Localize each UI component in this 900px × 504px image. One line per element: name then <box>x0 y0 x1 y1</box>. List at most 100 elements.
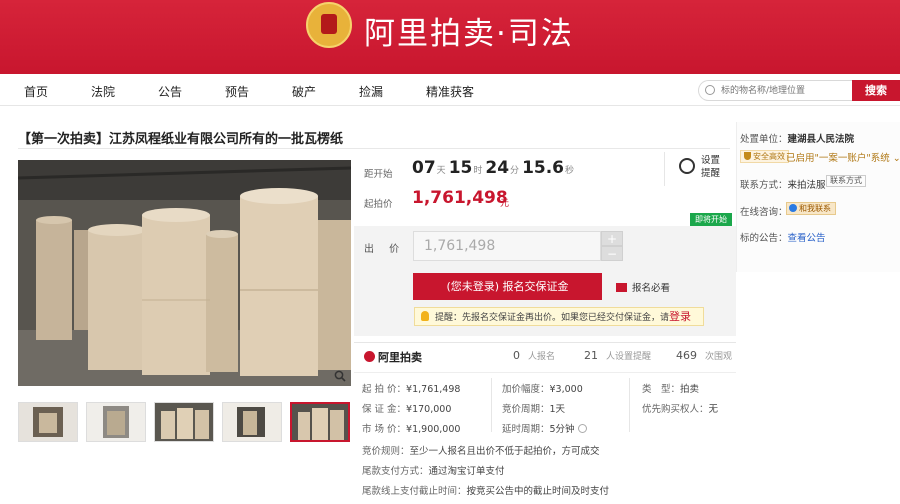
contact-value: 来拍法服 <box>787 180 826 191</box>
increase-bid-button[interactable]: + <box>601 231 623 246</box>
detail-value: ¥1,761,498 <box>406 384 461 395</box>
countdown-minutes: 24 <box>485 158 510 178</box>
court-name[interactable]: 建湖县人民法院 <box>788 134 855 145</box>
nav-item-bargains[interactable]: 捡漏 <box>359 83 383 100</box>
signup-count: 0 人报名 <box>513 349 555 362</box>
court-emblem-icon <box>306 2 352 48</box>
nav-item-announcements[interactable]: 公告 <box>158 83 182 100</box>
detail-key: 起 拍 价： <box>362 384 407 395</box>
item-title: 【第一次拍卖】江苏凤程纸业有限公司所有的一批瓦楞纸 <box>18 132 344 147</box>
nav-item-courts[interactable]: 法院 <box>91 83 115 100</box>
signup-count-label: 人报名 <box>528 352 556 362</box>
detail-value: ¥1,900,000 <box>406 424 461 435</box>
nav-item-precision[interactable]: 精准获客 <box>426 83 474 100</box>
search-box <box>698 80 852 101</box>
thumbnail-image <box>87 403 145 441</box>
thumbnail-image <box>155 403 213 441</box>
period-detail: 竞价周期：1天 <box>502 401 565 415</box>
thumbnail-4[interactable] <box>222 402 282 442</box>
thumbnail-1[interactable] <box>18 402 78 442</box>
reminder-count-value: 21 <box>584 349 598 362</box>
minutes-unit: 分 <box>510 166 520 176</box>
detail-key: 尾款支付方式： <box>362 466 429 477</box>
detail-key: 竞价规则： <box>362 446 410 457</box>
bid-amount-input[interactable] <box>413 231 601 261</box>
seconds-unit: 秒 <box>565 166 575 176</box>
countdown-label: 距开始 <box>364 169 393 180</box>
nav-item-bankruptcy[interactable]: 破产 <box>292 83 316 100</box>
price-unit: 元 <box>500 199 510 209</box>
consult-label: 在线咨询： <box>740 207 788 218</box>
help-icon[interactable] <box>577 424 587 433</box>
view-count: 469 次围观 <box>676 349 732 362</box>
title-divider <box>18 148 730 149</box>
chevron-down-icon: ⌄ <box>892 153 900 164</box>
bid-rule-detail: 竞价规则：至少一人报名且出价不低于起拍价，方可成交 <box>362 443 600 457</box>
search-button[interactable]: 搜索 <box>852 80 900 101</box>
nav-item-home[interactable]: 首页 <box>24 83 48 100</box>
signup-count-value: 0 <box>513 349 520 362</box>
search-input[interactable] <box>721 83 847 99</box>
detail-key: 保 证 金： <box>362 404 407 415</box>
countdown-timer: 07天 15时 24分 15.6秒 <box>412 158 577 178</box>
status-badge: 即将开始 <box>690 213 732 226</box>
type-detail: 类 型：拍卖 <box>642 381 699 395</box>
detail-value: 通过淘宝订单支付 <box>428 466 505 477</box>
contact-info-button[interactable]: 联系方式 <box>826 175 866 187</box>
ali-auction-logo-text: 阿里拍卖 <box>378 351 422 364</box>
thumbnail-5-selected[interactable] <box>290 402 350 442</box>
book-icon <box>616 283 627 292</box>
detail-key: 市 场 价： <box>362 424 407 435</box>
contact-me-label: 和我联系 <box>799 204 831 213</box>
account-system-link[interactable]: 已启用"一案一账户"系统 ⌄ <box>786 150 900 164</box>
detail-key: 竞价周期： <box>502 404 550 415</box>
set-reminder-button[interactable]: 设置提醒 <box>664 152 734 186</box>
shield-icon <box>744 152 751 160</box>
detail-key: 优先购买权人： <box>642 404 709 415</box>
detail-value: 至少一人报名且出价不低于起拍价，方可成交 <box>409 446 600 457</box>
contact-me-button[interactable]: 和我联系 <box>786 202 836 215</box>
divider <box>629 378 630 432</box>
detail-key: 加价幅度： <box>502 384 550 395</box>
thumbnail-2[interactable] <box>86 402 146 442</box>
start-price-label: 起拍价 <box>364 199 393 210</box>
paper-rolls-photo <box>18 160 351 386</box>
search-icon <box>705 85 715 95</box>
contact-label: 联系方式： <box>740 180 788 191</box>
detail-value: 5分钟 <box>549 424 575 435</box>
court-label: 处置单位： <box>740 134 788 145</box>
detail-value: 无 <box>708 404 719 415</box>
notice-row: 标的公告：查看公告 <box>740 230 826 244</box>
payment-method-detail: 尾款支付方式：通过淘宝订单支付 <box>362 463 505 477</box>
login-link[interactable]: 登录 <box>669 310 691 323</box>
start-price-value: 1,761,498 <box>412 188 508 208</box>
deposit-detail: 保 证 金：¥170,000 <box>362 401 451 415</box>
detail-value: 按竞买公告中的截止时间及时支付 <box>466 486 610 497</box>
thumbnail-image <box>223 403 281 441</box>
reminder-count-label: 人设置提醒 <box>606 352 652 362</box>
header-banner: 阿里拍卖·司法 <box>0 0 900 74</box>
register-deposit-button[interactable]: (您未登录) 报名交保证金 <box>413 273 602 300</box>
chat-icon <box>789 204 797 212</box>
detail-value: 1天 <box>549 404 566 415</box>
thumbnail-3[interactable] <box>154 402 214 442</box>
detail-key: 类 型： <box>642 384 681 395</box>
notice-label: 标的公告： <box>740 233 788 244</box>
nav-item-previews[interactable]: 预告 <box>225 83 249 100</box>
safe-badge: 安全高效 <box>740 150 789 163</box>
login-tip: 提醒：先报名交保证金再出价。如果您已经交付保证金，请登录 <box>414 307 704 326</box>
decrease-bid-button[interactable]: − <box>601 246 623 261</box>
brand-logo[interactable]: 阿里拍卖·司法 <box>364 8 574 53</box>
ali-auction-logo: 阿里拍卖 <box>364 349 422 365</box>
must-read-link[interactable]: 报名必看 <box>616 280 670 294</box>
must-read-label: 报名必看 <box>632 283 671 294</box>
detail-value: ¥170,000 <box>406 404 452 415</box>
zoom-icon[interactable] <box>334 370 346 382</box>
hours-unit: 时 <box>473 166 483 176</box>
bid-label: 出 价 <box>364 244 406 255</box>
view-notice-link[interactable]: 查看公告 <box>788 233 826 244</box>
reminder-count: 21 人设置提醒 <box>584 349 651 362</box>
market-price-detail: 市 场 价：¥1,900,000 <box>362 421 460 435</box>
view-count-value: 469 <box>676 349 697 362</box>
main-item-image[interactable] <box>18 160 351 386</box>
